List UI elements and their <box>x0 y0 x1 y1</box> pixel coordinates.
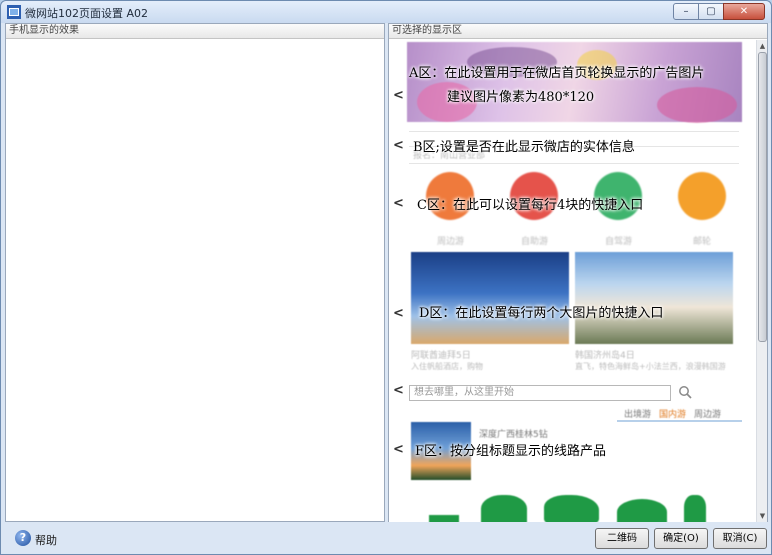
display-zone-header: 可选择的显示区 <box>389 24 767 39</box>
zone-a-annotation: A区：在此设置用于在微店首页轮换显示的广告图片 <box>409 66 705 81</box>
scroll-down-icon[interactable]: ▼ <box>758 511 767 521</box>
help-icon[interactable]: ? <box>15 530 31 546</box>
zone-c-label: 自助游 <box>521 237 549 247</box>
route-tabs: 出境游 国内游 周边游 <box>624 407 721 420</box>
zone-c-shortcut-icon <box>678 172 726 220</box>
zone-d-caption: 韩国济州岛4日 <box>575 351 635 361</box>
zone-b-divider <box>409 131 739 132</box>
display-zone-panel: 可选择的显示区 < A区：在此设置用于在微店首页轮换显示的广告图片 建议图片像素… <box>388 23 768 522</box>
phone-preview-panel: 手机显示的效果 <box>5 23 385 522</box>
zone-d[interactable]: 阿联酋迪拜5日 韩国济州岛4日 入住帆船酒店，购物 直飞，特色海鲜岛+小法兰西，… <box>389 252 757 380</box>
zone-b-annotation: B区;设置是否在此显示微店的实体信息 <box>413 140 635 155</box>
qr-code-button[interactable]: 二维码 <box>595 528 649 549</box>
zone-c-label: 周边游 <box>437 237 465 247</box>
app-icon <box>7 5 21 19</box>
help-link[interactable]: 帮助 <box>35 532 57 548</box>
tab-underline <box>617 420 742 422</box>
zone-b[interactable]: 报名：南山营业部 < B区;设置是否在此显示微店的实体信息 <box>389 128 757 164</box>
zone-c[interactable]: 周边游 自助游 自驾游 邮轮 < C区：在此可以设置每行4块的快捷入口 <box>389 168 757 248</box>
preview-scrollbar[interactable]: ▲ ▼ <box>756 40 767 522</box>
zone-a-annotation-size: 建议图片像素为480*120 <box>447 90 595 105</box>
zone-d-photo-dubai <box>411 252 569 344</box>
close-button[interactable]: ✕ <box>723 3 765 20</box>
zone-d-annotation: D区：在此设置每行两个大图片的快捷入口 <box>419 306 664 321</box>
phone-preview-header: 手机显示的效果 <box>6 24 384 39</box>
zone-c-arrow[interactable]: < <box>393 196 404 211</box>
zone-c-annotation: C区：在此可以设置每行4块的快捷入口 <box>417 198 644 213</box>
scrollbar-thumb[interactable] <box>758 52 767 342</box>
tab-outbound[interactable]: 出境游 <box>624 407 651 420</box>
zone-preview: < A区：在此设置用于在微店首页轮换显示的广告图片 建议图片像素为480*120… <box>389 40 757 522</box>
zone-c-label: 自驾游 <box>605 237 633 247</box>
zone-f[interactable]: < F区：按分组标题显示的线路产品 <box>389 424 757 474</box>
maximize-button[interactable]: ▢ <box>698 3 724 20</box>
title-bar: 微网站102页面设置 A02 – ▢ ✕ <box>1 1 771 23</box>
settings-window: 微网站102页面设置 A02 – ▢ ✕ 手机显示的效果 可选择的显示区 < A… <box>0 0 772 555</box>
tab-nearby[interactable]: 周边游 <box>694 407 721 420</box>
zone-e-arrow[interactable]: < <box>393 383 404 398</box>
footer-bar: ? 帮助 二维码 确定(O) 取消(C) <box>1 524 771 554</box>
search-icon[interactable] <box>678 385 692 399</box>
window-title: 微网站102页面设置 A02 <box>25 7 149 20</box>
zone-b-arrow[interactable]: < <box>393 138 404 153</box>
zone-d-subcaption: 入住帆船酒店，购物 <box>411 362 483 371</box>
zone-a-arrow[interactable]: < <box>393 88 404 103</box>
green-logos-image <box>429 495 729 522</box>
minimize-button[interactable]: – <box>673 3 699 20</box>
scroll-up-icon[interactable]: ▲ <box>758 41 767 51</box>
zone-f-annotation: F区：按分组标题显示的线路产品 <box>415 444 607 459</box>
tab-domestic[interactable]: 国内游 <box>659 407 686 420</box>
zone-c-label: 邮轮 <box>693 237 712 247</box>
zone-a[interactable]: < A区：在此设置用于在微店首页轮换显示的广告图片 建议图片像素为480*120 <box>389 40 757 124</box>
ok-button[interactable]: 确定(O) <box>654 528 708 549</box>
zone-d-subcaption: 直飞，特色海鲜岛+小法兰西，浪漫韩国游 <box>575 362 726 371</box>
zone-d-caption: 阿联酋迪拜5日 <box>411 351 471 361</box>
search-input[interactable]: 想去哪里，从这里开始 <box>409 385 671 401</box>
zone-b-divider <box>409 163 739 164</box>
zone-d-photo-korea <box>575 252 733 344</box>
cancel-button[interactable]: 取消(C) <box>713 528 767 549</box>
ad-banner-image <box>407 42 742 123</box>
zone-d-arrow[interactable]: < <box>393 306 404 321</box>
zone-f-arrow[interactable]: < <box>393 442 404 457</box>
